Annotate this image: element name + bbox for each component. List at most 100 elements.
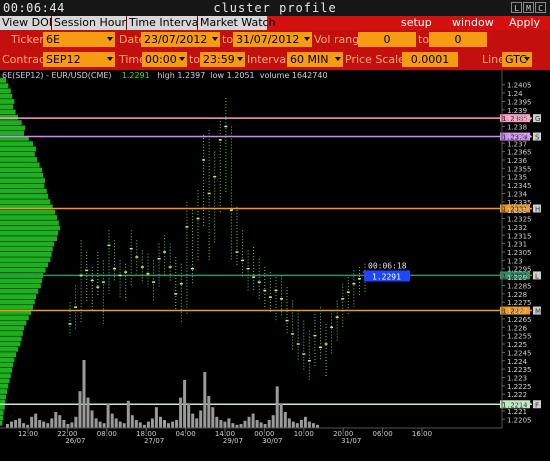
date-to-value: 31/07/2012 — [236, 33, 300, 46]
volume-bar — [110, 413, 114, 428]
y-tick-label: 1.2305 — [507, 249, 532, 257]
volume-bar — [263, 424, 267, 428]
contract-select[interactable]: SEP12 — [43, 52, 115, 67]
volume-bar — [247, 416, 251, 428]
profile-bar — [0, 336, 22, 342]
profile-bar — [0, 83, 9, 89]
time-to-value: 23:59 — [203, 53, 235, 66]
interval-select[interactable]: 60 MIN — [287, 52, 343, 67]
window-button-l[interactable]: L — [511, 2, 522, 13]
volume-bar — [215, 416, 219, 428]
volume-bar — [287, 418, 291, 428]
volume-bar — [102, 423, 106, 428]
date-from-field[interactable]: 23/07/2012 — [141, 32, 220, 47]
y-tick-label: 1.224 — [507, 358, 528, 366]
y-tick-label: 1.2355 — [507, 165, 532, 173]
volume-bar — [70, 422, 74, 428]
profile-bar — [0, 320, 27, 326]
profile-bar — [0, 162, 40, 168]
volume-bar — [138, 422, 142, 428]
window-menu-button[interactable]: window — [452, 16, 494, 30]
volume-bar — [159, 416, 162, 428]
y-tick-label: 1.2285 — [507, 282, 532, 290]
window-button-m[interactable]: M — [523, 2, 534, 13]
volume-bar — [114, 418, 118, 428]
volume-bar — [34, 413, 38, 428]
date-to-label: to — [222, 33, 234, 46]
y-tick-label: 1.2385 — [507, 115, 532, 123]
line-select[interactable]: GTC — [502, 52, 532, 67]
volume-bar — [62, 420, 66, 428]
profile-bar — [0, 130, 24, 136]
price-chart[interactable]: 1.2385 G1.2374 S1.2331 H1.2291 L1.227 M1.2214… — [0, 70, 550, 461]
tab-time-interval[interactable]: Time Interval — [127, 16, 202, 30]
profile-bar — [0, 236, 57, 241]
time-to-field[interactable]: 23:59 — [200, 52, 245, 67]
y-tick-label: 1.223 — [507, 374, 527, 382]
profile-bar — [0, 368, 12, 373]
y-tick-label: 1.2205 — [507, 416, 532, 424]
volume-bar — [66, 424, 70, 428]
profile-bar — [0, 104, 14, 110]
line-handle-letter: M — [535, 308, 541, 316]
x-tick-label: 12:00 — [18, 430, 38, 438]
profile-bar — [0, 331, 23, 336]
y-tick-label: 1.228 — [507, 291, 527, 299]
volume-bar — [163, 420, 166, 428]
volume-bar — [54, 412, 58, 428]
volume-bar — [227, 418, 231, 428]
profile-bar — [0, 241, 54, 247]
y-tick-label: 1.238 — [507, 124, 527, 132]
y-tick-label: 1.235 — [507, 174, 527, 182]
vol-from-field[interactable]: 0 — [358, 32, 416, 47]
volume-bar — [259, 422, 263, 428]
y-tick-label: 1.2335 — [507, 199, 532, 207]
profile-bar — [0, 225, 60, 231]
chevron-down-icon — [304, 37, 310, 41]
window-button-c[interactable]: C — [535, 2, 546, 13]
interval-value: 60 MIN — [290, 53, 329, 66]
profile-bar — [0, 420, 3, 426]
volume-bar — [14, 420, 18, 428]
apply-button[interactable]: Apply — [509, 16, 540, 30]
y-tick-label: 1.226 — [507, 324, 528, 332]
volume-bar — [94, 418, 98, 428]
y-tick-label: 1.2365 — [507, 149, 532, 157]
profile-bar — [0, 99, 15, 104]
time-from-field[interactable]: 00:00 — [142, 52, 187, 67]
window-title: cluster profile — [213, 1, 337, 15]
profile-bar — [0, 215, 57, 220]
tab-session-hours[interactable]: Session Hours — [52, 16, 132, 30]
volume-bar — [50, 418, 54, 428]
volume-bar — [275, 386, 279, 428]
profile-bar — [0, 230, 59, 236]
setup-button[interactable]: setup — [401, 16, 432, 30]
y-tick-label: 1.2235 — [507, 366, 532, 374]
profile-bar — [0, 114, 18, 120]
chevron-down-icon — [107, 57, 113, 61]
volume-bar — [271, 415, 275, 428]
volume-bar — [58, 415, 62, 428]
volume-bar — [130, 415, 134, 428]
volume-bar — [78, 391, 82, 428]
contract-value: SEP12 — [46, 53, 81, 66]
line-handle-letter: H — [535, 206, 540, 214]
price-scale-field[interactable]: 0.0001 — [402, 52, 458, 67]
volume-bar — [30, 416, 34, 428]
tab-market-watch[interactable]: Market Watch — [198, 16, 276, 30]
y-tick-label: 1.234 — [507, 190, 528, 198]
volume-bar — [154, 407, 158, 428]
tab-view-dom[interactable]: View DOM — [0, 16, 58, 30]
ticker-select[interactable]: 6E — [43, 32, 115, 47]
volume-bar — [98, 421, 102, 428]
vol-to-field[interactable]: 0 — [429, 32, 487, 47]
profile-bar — [0, 404, 5, 410]
volume-total: volume 1642740 — [259, 71, 328, 80]
y-tick-label: 1.2255 — [507, 333, 532, 341]
volume-bar — [191, 413, 195, 428]
date-to-field[interactable]: 31/07/2012 — [233, 32, 312, 47]
time-from-value: 00:00 — [145, 53, 177, 66]
profile-bar — [0, 341, 21, 347]
profile-bar — [0, 246, 53, 252]
title-bar: 00:06:44 cluster profile L M C — [0, 0, 550, 17]
